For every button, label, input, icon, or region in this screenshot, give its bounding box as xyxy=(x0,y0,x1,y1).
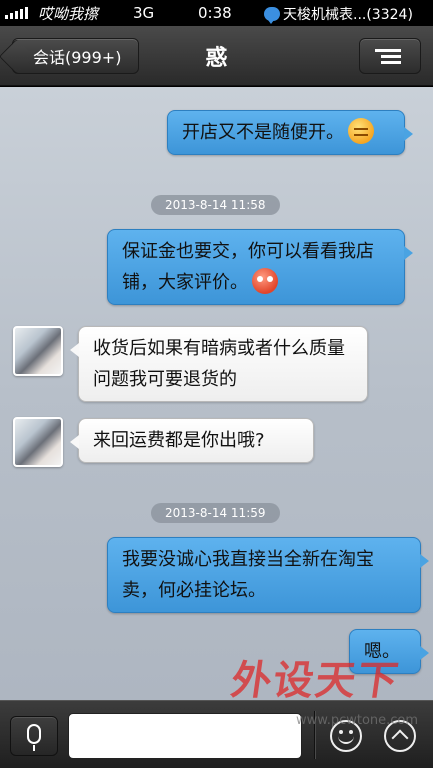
carrier-name: 哎呦我擦 xyxy=(38,5,99,23)
message-bubble-outgoing[interactable]: 我要没诚心我直接当全新在淘宝卖，何必挂论坛。 xyxy=(107,537,429,613)
watermark-url: www.pcwtone.com xyxy=(296,713,419,728)
notification: 天梭机械表...(3324) xyxy=(264,4,413,24)
timestamp: 2013-8-14 11:58 xyxy=(151,195,280,215)
status-time: 0:38 xyxy=(198,4,232,22)
input-bar xyxy=(0,700,433,768)
microphone-icon xyxy=(27,724,41,744)
list-icon xyxy=(381,49,401,67)
message-text: 保证金也要交，你可以看看我店铺，大家评价。 xyxy=(122,241,374,293)
notification-text: 天梭机械表...(3324) xyxy=(283,7,413,23)
message-bubble-outgoing[interactable]: 开店又不是随便开。 xyxy=(167,110,413,155)
signal-strength-icon xyxy=(5,7,28,19)
contact-avatar[interactable] xyxy=(13,326,63,376)
network-type: 3G xyxy=(133,4,155,22)
message-text: 来回运费都是你出哦? xyxy=(93,430,265,451)
message-input[interactable] xyxy=(68,713,302,759)
chat-area[interactable]: 开店又不是随便开。 2013-8-14 11:58 保证金也要交，你可以看看我店… xyxy=(0,87,433,700)
timestamp: 2013-8-14 11:59 xyxy=(151,503,280,523)
menu-button[interactable] xyxy=(359,38,421,74)
message-text: 我要没诚心我直接当全新在淘宝卖，何必挂论坛。 xyxy=(122,549,374,601)
shy-face-icon xyxy=(252,268,278,294)
contact-avatar[interactable] xyxy=(13,417,63,467)
watermark-logo: 外设天下 xyxy=(228,657,403,704)
voice-button[interactable] xyxy=(10,716,58,756)
chat-bubble-icon xyxy=(264,7,280,24)
message-bubble-incoming[interactable]: 收货后如果有暗病或者什么质量问题我可要退货的 xyxy=(70,326,368,402)
message-text: 开店又不是随便开。 xyxy=(182,122,344,143)
message-bubble-outgoing[interactable]: 保证金也要交，你可以看看我店铺，大家评价。 xyxy=(107,229,413,305)
status-bar: 哎呦我擦 3G 0:38 天梭机械表...(3324) xyxy=(0,0,433,26)
message-text: 收货后如果有暗病或者什么质量问题我可要退货的 xyxy=(93,338,345,390)
proud-face-icon xyxy=(348,118,374,144)
message-bubble-incoming[interactable]: 来回运费都是你出哦? xyxy=(70,418,314,463)
navigation-bar: 会话(999+) 惑 xyxy=(0,26,433,86)
